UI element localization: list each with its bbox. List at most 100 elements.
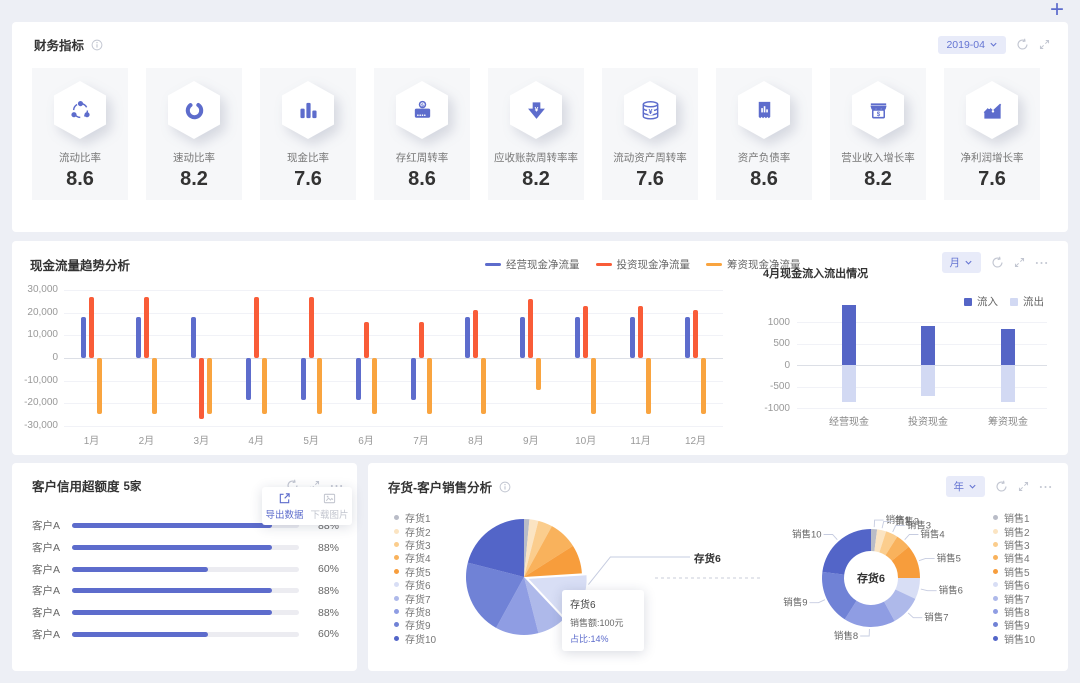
export-data-menu-item[interactable]: 导出数据 <box>262 487 307 525</box>
trend-bar <box>81 317 86 358</box>
more-icon[interactable] <box>1039 484 1052 490</box>
trend-bar <box>308 296 314 358</box>
trend-bar <box>426 358 432 414</box>
inventory-legend-item[interactable]: 存货2 <box>394 524 436 539</box>
refresh-icon[interactable] <box>991 256 1004 269</box>
sales-legend-item[interactable]: 销售9 <box>993 618 1035 632</box>
metric-hexagon-shape: $ <box>852 81 904 139</box>
inventory-legend-item[interactable]: 存货1 <box>394 511 436 525</box>
download-image-menu-item[interactable]: 下载图片 <box>307 487 352 525</box>
sales-donut-chart[interactable]: 销售1销售2销售3销售4销售5销售6销售7销售8销售9销售10存货6 <box>758 479 978 669</box>
metric-hexagon-shape <box>966 81 1018 139</box>
trend-bar <box>473 310 479 358</box>
donut-callout-line <box>823 534 838 541</box>
credit-bar-fill <box>72 566 209 572</box>
sales-legend-item[interactable]: 销售3 <box>993 538 1035 552</box>
panel-title: 现金流量趋势分析 <box>30 259 131 273</box>
sales-legend-item[interactable]: 销售4 <box>993 551 1035 565</box>
inventory-legend-item[interactable]: 存货6 <box>394 578 436 592</box>
metric-label: 现金比率 <box>287 152 329 164</box>
credit-row: 客户A 88% <box>32 580 339 602</box>
sales-legend-item[interactable]: 销售7 <box>993 591 1035 606</box>
metric-hexagon: ¥ <box>624 81 676 139</box>
sales-legend-item[interactable]: 销售5 <box>993 565 1035 579</box>
legend-dot <box>394 528 399 534</box>
inventory-legend-item[interactable]: 存货8 <box>394 605 436 619</box>
credit-customer-label: 客户A <box>32 520 61 533</box>
refresh-icon[interactable] <box>995 480 1008 493</box>
legend-dot <box>993 595 998 601</box>
metric-value: 7.6 <box>978 168 1006 190</box>
legend-dot <box>993 622 998 628</box>
refresh-icon[interactable] <box>1016 38 1029 51</box>
legend-item[interactable]: 经营现金净流量 <box>485 257 580 272</box>
expand-icon[interactable] <box>1014 257 1025 268</box>
legend-dot <box>993 541 998 547</box>
x-axis-label: 筹资现金 <box>988 417 1028 428</box>
inventory-legend-item[interactable]: 存货10 <box>394 632 436 646</box>
expand-icon[interactable] <box>1039 39 1050 50</box>
expand-icon[interactable] <box>1018 481 1029 492</box>
inventory-legend-item[interactable]: 存货7 <box>394 591 436 606</box>
credit-bar-track[interactable] <box>72 610 299 616</box>
flow-chart-plot[interactable]: 经营现金 投资现金 筹资现金 <box>797 301 1047 431</box>
pie-tooltip: 存货6 销售额:100元 占比:14% <box>562 590 644 651</box>
inventory-legend-item[interactable]: 存货5 <box>394 565 436 579</box>
credit-bar-fill <box>72 545 272 551</box>
add-panel-button[interactable]: + <box>1050 0 1064 24</box>
sales-donut-legend: 销售1 销售2 销售3 销售4 销售5 销售6 销售7 销售8 销售9 销售10 <box>993 511 1035 646</box>
sales-legend-item[interactable]: 销售2 <box>993 524 1035 539</box>
metric-value: 7.6 <box>294 168 322 190</box>
donut-center-label: 存货6 <box>857 571 885 585</box>
credit-bar-chart[interactable]: 客户A 88% 客户A 88% 客户A 60% 客户A 88% 客户A 88% 客户A 60% <box>32 515 339 645</box>
trend-chart-plot[interactable]: 1月 2月 3月 4月 5月 6月 7月 8月 9月 10月 11月 12月 <box>64 290 723 447</box>
trend-bar <box>316 358 322 414</box>
x-axis-label: 经营现金 <box>829 417 869 428</box>
legend-dot <box>993 568 998 574</box>
credit-row: 客户A 88% <box>32 537 339 559</box>
info-icon[interactable] <box>91 39 103 51</box>
donut-slice-销售10[interactable] <box>822 529 871 575</box>
credit-bar-track[interactable] <box>72 566 299 572</box>
chevron-down-icon <box>989 40 998 49</box>
inventory-legend-item[interactable]: 存货3 <box>394 538 436 552</box>
sales-legend-item[interactable]: 销售8 <box>993 605 1035 619</box>
flow-period-dropdown[interactable]: 月 <box>941 252 981 273</box>
period-value: 2019-04 <box>946 38 985 51</box>
sales-legend-item[interactable]: 销售6 <box>993 578 1035 592</box>
x-axis-label: 3月 <box>193 436 210 447</box>
trend-bar <box>206 358 212 414</box>
sales-legend-item[interactable]: 销售1 <box>993 511 1035 525</box>
x-axis-label: 2月 <box>138 436 155 447</box>
y-axis-label: 1000 <box>767 316 790 328</box>
trend-bar <box>536 358 542 390</box>
metric-label: 流动资产周转率 <box>613 152 687 164</box>
flow-period-value: 月 <box>949 257 961 269</box>
inventory-legend-item[interactable]: 存货4 <box>394 551 436 565</box>
share-nodes-icon <box>69 99 92 122</box>
donut-callout-line <box>920 588 937 592</box>
metric-card: $ 营业收入增长率 8.2 <box>830 68 926 200</box>
x-axis-label: 10月 <box>575 436 597 447</box>
tooltip-share-line: 占比:14% <box>570 634 609 644</box>
sales-legend-item[interactable]: 销售10 <box>993 632 1035 646</box>
credit-bar-track[interactable] <box>72 631 299 637</box>
x-axis-label: 6月 <box>358 436 374 447</box>
info-icon[interactable] <box>499 481 511 493</box>
y-axis-label: 0 <box>784 359 790 371</box>
metric-value: 8.2 <box>864 168 892 190</box>
more-icon[interactable] <box>1035 260 1048 266</box>
refresh-ring-icon <box>183 99 206 122</box>
flow-chart-controls: 月 <box>941 252 1049 273</box>
trend-bar <box>190 317 196 358</box>
metric-label: 速动比率 <box>173 152 215 164</box>
trend-bar <box>481 358 487 414</box>
inventory-legend-item[interactable]: 存货9 <box>394 618 436 632</box>
legend-item[interactable]: 投资现金净流量 <box>595 257 690 272</box>
period-dropdown[interactable]: 2019-04 <box>938 35 1006 54</box>
donut-callout-label: 销售6 <box>939 585 963 597</box>
financial-indicators-panel: 财务指标 2019-04 流动比率 8.6 速动比率 8.2 现金比率 7.6 $ 存红周转率… <box>12 22 1068 232</box>
credit-bar-track[interactable] <box>72 588 299 594</box>
svg-text:¥: ¥ <box>534 106 538 113</box>
credit-bar-track[interactable] <box>72 545 299 551</box>
